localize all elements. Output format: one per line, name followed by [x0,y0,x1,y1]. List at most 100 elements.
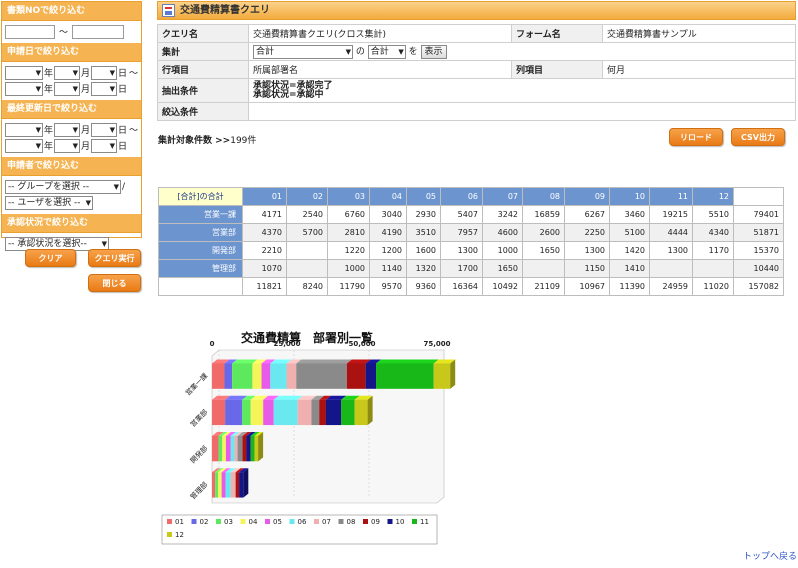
unit-year-label: 年 [44,142,54,152]
table-cell: 2540 [286,205,328,224]
row-total-cell: 10440 [733,259,784,278]
table-cell: 4370 [242,223,287,242]
row-item-label: 行項目 [157,60,249,79]
chevron-down-icon: ▼ [35,84,41,93]
table-cell: 3460 [609,205,650,224]
result-count-label: 集計対象件数 >> [158,136,231,146]
bar-segment [311,399,320,426]
updated-date-filter-header: 最終更新日で絞り込む [2,100,141,119]
chevron-down-icon: ▼ [35,141,41,150]
table-cell [522,259,565,278]
unit-day-label: 日 [118,85,128,95]
result-count: 集計対象件数 >>199件 [158,133,256,146]
legend-label: 01 [175,518,184,526]
extract-label: 抽出条件 [157,78,249,103]
bar-segment [433,363,451,389]
bar-segment [250,435,255,462]
unit-year-label: 年 [43,69,53,79]
report-icon [162,4,175,17]
result-count-value: 199件 [230,136,257,146]
run-query-button[interactable]: クエリ実行 [88,249,141,267]
csv-export-button[interactable]: CSV出力 [731,128,785,146]
column-total-cell: 24959 [649,277,693,296]
bar-segment [225,435,231,462]
extract-condition-1: 承認状況=承認完了 [253,80,333,91]
apply-to-day-select[interactable]: ▼ [91,81,118,96]
user-select[interactable]: -- ユーザを選択 -- ▼ [5,195,93,210]
cross-tab-table: [合計]の合計 01 02 03 04 05 06 07 08 09 10 11… [158,187,784,296]
column-total-cell: 9360 [406,277,441,296]
apply-to-month-select[interactable]: ▼ [54,81,81,96]
bar-top [376,359,439,364]
unit-month-label: 月 [81,85,91,95]
cross-corner-header: [合計]の合計 [158,187,243,206]
aggregate-field-select[interactable]: 合計 ▼ [253,45,353,59]
bar-segment [221,472,226,498]
legend-label: 07 [322,518,331,526]
column-total-cell: 11020 [692,277,734,296]
bar-segment [254,435,259,462]
updated-to-day-select[interactable]: ▼ [91,138,118,153]
bar-segment [246,435,251,462]
legend-label: 03 [224,518,233,526]
legend-label: 05 [273,518,282,526]
table-cell: 1170 [692,241,734,260]
group-select[interactable]: -- グループを選択 -- ▼ [5,179,121,194]
filter-sidebar: 書類NOで絞り込む ～ 申請日で絞り込む ▼ 年 ▼ 月 ▼ 日 ～ ▼ 年 ▼… [1,1,142,251]
month-header: 08 [522,187,565,206]
table-cell: 5700 [286,223,328,242]
bar-segment [242,435,247,462]
column-total-cell: 11390 [609,277,650,296]
chevron-down-icon: ▼ [345,48,351,56]
bar-segment [286,363,297,389]
table-cell: 4171 [242,205,287,224]
doc-no-to-input[interactable] [72,24,125,39]
row-header: 開発部 [158,241,243,260]
clear-button[interactable]: クリア [25,249,76,267]
table-cell: 3040 [369,205,407,224]
x-tick-label: 0 [210,340,215,348]
x-tick-label: 25,000 [273,340,300,348]
doc-no-from-input[interactable] [5,24,55,39]
bar-segment [234,435,238,462]
table-cell: 1150 [564,259,610,278]
close-button[interactable]: 閉じる [88,274,141,292]
unit-month-label: 月 [80,126,90,136]
apply-from-year-select[interactable]: ▼ [5,65,43,80]
apply-from-month-select[interactable]: ▼ [54,65,80,80]
legend-label: 10 [396,518,405,526]
aggregate-func-select[interactable]: 合計 ▼ [367,45,406,59]
chevron-down-icon: ▼ [101,239,107,248]
month-header: 12 [692,187,734,206]
column-item-value: 何月 [602,60,796,79]
legend-swatch [363,519,368,524]
updated-from-year-select[interactable]: ▼ [5,122,43,137]
table-cell: 2810 [327,223,370,242]
chevron-down-icon: ▼ [109,84,116,93]
apply-from-day-select[interactable]: ▼ [91,65,117,80]
bar-segment [225,399,243,426]
updated-from-day-select[interactable]: ▼ [91,122,117,137]
legend-label: 11 [420,518,429,526]
to-top-link[interactable]: トップへ戻る [743,549,797,562]
bar-segment [239,472,244,498]
bar-segment [212,399,226,426]
table-cell: 1320 [406,259,441,278]
reload-button[interactable]: リロード [669,128,723,146]
legend-swatch [412,519,417,524]
unit-month-label: 月 [81,142,91,152]
table-cell: 1410 [609,259,650,278]
table-cell [649,259,693,278]
month-header: 05 [406,187,441,206]
bar-side [243,468,249,498]
month-header: 02 [286,187,328,206]
unit-day-label: 日 [118,142,128,152]
updated-to-month-select[interactable]: ▼ [54,138,81,153]
updated-from-month-select[interactable]: ▼ [54,122,80,137]
show-button[interactable]: 表示 [420,45,447,59]
x-tick-label: 75,000 [423,340,450,348]
updated-to-year-select[interactable]: ▼ [5,138,43,153]
apply-to-year-select[interactable]: ▼ [5,81,43,96]
table-cell: 4190 [369,223,407,242]
bar-segment [376,363,434,389]
